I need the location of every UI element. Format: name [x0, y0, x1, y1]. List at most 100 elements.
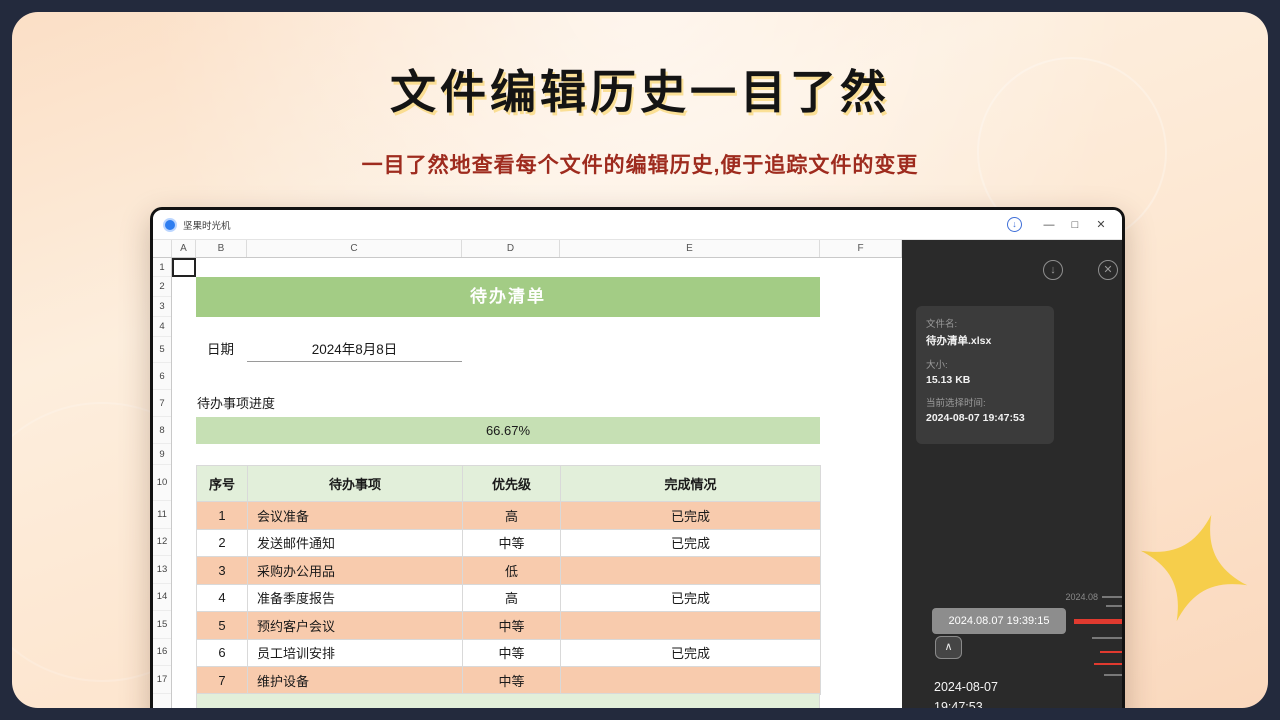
row-number[interactable]: 2	[153, 277, 171, 297]
table-row: 5 预约客户会议 中等	[197, 612, 821, 640]
timeline-tick[interactable]	[1092, 637, 1122, 639]
selected-time-value: 2024-08-07 19:47:53	[926, 412, 1044, 424]
maximize-button[interactable]: □	[1062, 219, 1088, 231]
table-row: 2 发送邮件通知 中等 已完成	[197, 529, 821, 557]
row-number[interactable]: 3	[153, 297, 171, 317]
close-button[interactable]: ✕	[1088, 218, 1114, 231]
row-number[interactable]: 6	[153, 363, 171, 390]
timeline-tick-selected[interactable]	[1074, 619, 1122, 624]
file-info-card: 文件名: 待办清单.xlsx 大小: 15.13 KB 当前选择时间: 2024…	[916, 306, 1054, 444]
date-label[interactable]: 日期	[207, 337, 234, 363]
table-cell[interactable]: 预约客户会议	[248, 612, 463, 640]
table-cell[interactable]: 已完成	[561, 639, 821, 667]
table-cell[interactable]: 高	[463, 584, 561, 612]
row-number-gutter: 1 2 3 4 5 6 7 8 9 10 11 12 13 14 15 16 1	[153, 258, 172, 708]
progress-label[interactable]: 待办事项进度	[197, 390, 275, 417]
table-cell[interactable]: 已完成	[561, 502, 821, 530]
timeline-tick[interactable]	[1106, 605, 1122, 607]
header-cell[interactable]: 序号	[197, 466, 248, 502]
download-icon[interactable]: ↓	[1043, 260, 1063, 280]
file-size-label: 大小:	[926, 357, 1044, 371]
table-cell[interactable]	[561, 612, 821, 640]
timeline-tick[interactable]	[1100, 651, 1122, 653]
row-number[interactable]: 7	[153, 390, 171, 417]
table-cell[interactable]: 1	[197, 502, 248, 530]
date-value[interactable]: 2024年8月8日	[247, 337, 462, 362]
app-logo-icon	[163, 218, 177, 232]
table-cell[interactable]	[561, 667, 821, 695]
header-cell[interactable]: 待办事项	[248, 466, 463, 502]
page-subtitle: 一目了然地查看每个文件的编辑历史,便于追踪文件的变更	[12, 149, 1268, 179]
table-cell[interactable]: 3	[197, 557, 248, 585]
timeline-tick[interactable]	[1104, 674, 1122, 676]
column-header[interactable]: A	[172, 240, 196, 257]
sheet-banner[interactable]: 待办清单	[196, 277, 820, 317]
table-cell[interactable]: 会议准备	[248, 502, 463, 530]
table-cell[interactable]: 中等	[463, 667, 561, 695]
column-header[interactable]: E	[560, 240, 820, 257]
table-cell[interactable]: 已完成	[561, 529, 821, 557]
table-row: 1 会议准备 高 已完成	[197, 502, 821, 530]
column-headers: A B C D E F	[153, 240, 902, 258]
partial-row	[196, 693, 820, 708]
table-cell[interactable]: 维护设备	[248, 667, 463, 695]
table-cell[interactable]: 6	[197, 639, 248, 667]
panel-close-icon[interactable]: ✕	[1098, 260, 1118, 280]
file-size-value: 15.13 KB	[926, 374, 1044, 386]
table-cell[interactable]	[561, 557, 821, 585]
table-cell[interactable]: 发送邮件通知	[248, 529, 463, 557]
column-header[interactable]: B	[196, 240, 247, 257]
table-cell[interactable]: 已完成	[561, 584, 821, 612]
column-header[interactable]: C	[247, 240, 462, 257]
page-card: 文件编辑历史一目了然 一目了然地查看每个文件的编辑历史,便于追踪文件的变更 坚果…	[12, 12, 1268, 708]
table-cell[interactable]: 中等	[463, 639, 561, 667]
corner-cell[interactable]	[153, 240, 172, 257]
table-cell[interactable]: 7	[197, 667, 248, 695]
todo-table: 序号 待办事项 优先级 完成情况 1 会议准备 高 已完成 2 发送邮件通知	[196, 465, 821, 695]
row-number[interactable]: 11	[153, 501, 171, 529]
progress-bar[interactable]: 66.67%	[196, 417, 820, 444]
row-number[interactable]: 10	[153, 465, 171, 501]
table-cell[interactable]: 5	[197, 612, 248, 640]
row-number[interactable]: 16	[153, 639, 171, 667]
table-cell[interactable]: 高	[463, 502, 561, 530]
header-cell[interactable]: 优先级	[463, 466, 561, 502]
row-number[interactable]: 17	[153, 666, 171, 694]
app-window: 坚果时光机 ↓ — □ ✕ A B C D E F 1	[150, 207, 1125, 708]
row-number[interactable]: 5	[153, 337, 171, 363]
header-cell[interactable]: 完成情况	[561, 466, 821, 502]
timeline-month-label: 2024.08	[1022, 592, 1098, 602]
row-number[interactable]: 8	[153, 417, 171, 444]
row-number[interactable]: 4	[153, 317, 171, 337]
table-cell[interactable]: 2	[197, 529, 248, 557]
row-number[interactable]: 9	[153, 444, 171, 465]
window-titlebar: 坚果时光机 ↓ — □ ✕	[153, 210, 1122, 240]
update-icon[interactable]: ↓	[1007, 217, 1022, 232]
table-cell[interactable]: 中等	[463, 529, 561, 557]
timeline-time: 19:47:53	[934, 700, 983, 708]
row-number[interactable]: 12	[153, 529, 171, 557]
table-cell[interactable]: 4	[197, 584, 248, 612]
spreadsheet: A B C D E F 1 2 3 4 5 6 7 8 9 1	[153, 240, 902, 708]
row-number[interactable]: 15	[153, 611, 171, 639]
table-row: 3 采购办公用品 低	[197, 557, 821, 585]
page-title: 文件编辑历史一目了然	[12, 56, 1268, 122]
history-panel: ↓ ✕ 文件名: 待办清单.xlsx 大小: 15.13 KB 当前选择时间: …	[902, 240, 1122, 708]
minimize-button[interactable]: —	[1036, 219, 1062, 231]
table-cell[interactable]: 准备季度报告	[248, 584, 463, 612]
row-number[interactable]: 13	[153, 556, 171, 584]
selected-cell-a1[interactable]	[172, 258, 196, 277]
table-cell[interactable]: 员工培训安排	[248, 639, 463, 667]
column-header[interactable]: F	[820, 240, 902, 257]
window-title: 坚果时光机	[183, 218, 231, 232]
table-cell[interactable]: 采购办公用品	[248, 557, 463, 585]
table-cell[interactable]: 中等	[463, 612, 561, 640]
table-cell[interactable]: 低	[463, 557, 561, 585]
row-number[interactable]: 14	[153, 584, 171, 612]
row-number[interactable]: 1	[153, 258, 171, 277]
column-header[interactable]: D	[462, 240, 560, 257]
file-name-value: 待办清单.xlsx	[926, 333, 1044, 348]
timeline-tick[interactable]	[1102, 596, 1122, 598]
chevron-up-button[interactable]: ∧	[935, 636, 962, 659]
timeline-tick[interactable]	[1094, 663, 1122, 665]
